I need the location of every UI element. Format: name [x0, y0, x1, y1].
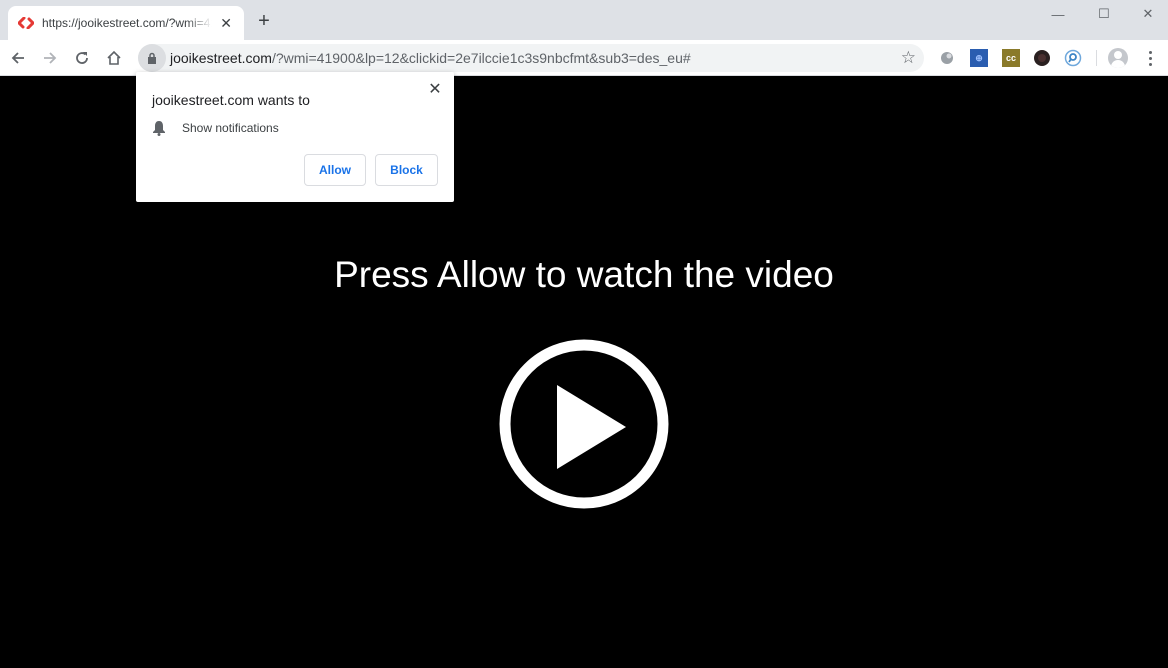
home-button[interactable]: [102, 46, 126, 70]
permission-row: Show notifications: [152, 120, 279, 136]
site-favicon-icon: [18, 15, 34, 31]
maximize-button[interactable]: ☐: [1081, 0, 1127, 28]
allow-button[interactable]: Allow: [304, 154, 366, 186]
minimize-button[interactable]: —: [1035, 0, 1081, 28]
title-bar: https://jooikestreet.com/?wmi=41900&lp=1…: [0, 0, 1168, 40]
browser-toolbar: jooikestreet.com/?wmi=41900&lp=12&clicki…: [0, 40, 1168, 76]
extension-dark-icon[interactable]: [1033, 49, 1051, 67]
reload-icon: [76, 52, 88, 64]
reload-button[interactable]: [70, 46, 94, 70]
back-button[interactable]: [6, 46, 30, 70]
lock-icon: [148, 52, 156, 64]
back-arrow-icon: [11, 52, 24, 64]
bookmark-star-icon[interactable]: ☆: [901, 48, 916, 68]
permission-label: Show notifications: [182, 121, 279, 135]
forward-arrow-icon: [44, 52, 57, 64]
site-info-button[interactable]: [138, 44, 166, 72]
page-headline: Press Allow to watch the video: [334, 254, 834, 295]
bell-icon: [153, 121, 165, 136]
popup-close-icon[interactable]: ✕: [426, 80, 444, 98]
notification-permission-popup: jooikestreet.com wants to ✕ Show notific…: [136, 72, 454, 202]
toolbar-separator: [1096, 50, 1097, 66]
profile-avatar-icon[interactable]: [1108, 48, 1128, 68]
url-path: /?wmi=41900&lp=12&clickid=2e7ilccie1c3s9…: [271, 50, 691, 66]
extension-cc-icon[interactable]: cc: [1002, 49, 1020, 67]
block-button[interactable]: Block: [375, 154, 438, 186]
tab-close-icon[interactable]: ✕: [218, 15, 234, 31]
url-text[interactable]: jooikestreet.com/?wmi=41900&lp=12&clicki…: [170, 50, 691, 66]
address-bar[interactable]: jooikestreet.com/?wmi=41900&lp=12&clicki…: [138, 44, 924, 72]
popup-title: jooikestreet.com wants to: [152, 92, 310, 108]
forward-button[interactable]: [38, 46, 62, 70]
tab-title: https://jooikestreet.com/?wmi=41900&lp=1…: [42, 16, 212, 30]
play-button-icon[interactable]: [498, 338, 670, 510]
extension-blue-icon[interactable]: ⊕: [970, 49, 988, 67]
close-window-button[interactable]: ✕: [1125, 0, 1168, 28]
extension-grey-icon[interactable]: [938, 49, 956, 67]
browser-menu-button[interactable]: [1142, 48, 1158, 68]
home-icon: [107, 50, 121, 65]
browser-tab[interactable]: https://jooikestreet.com/?wmi=41900&lp=1…: [8, 6, 244, 40]
url-host: jooikestreet.com: [170, 50, 272, 66]
extension-search-icon[interactable]: [1064, 49, 1082, 67]
new-tab-button[interactable]: +: [254, 11, 274, 31]
